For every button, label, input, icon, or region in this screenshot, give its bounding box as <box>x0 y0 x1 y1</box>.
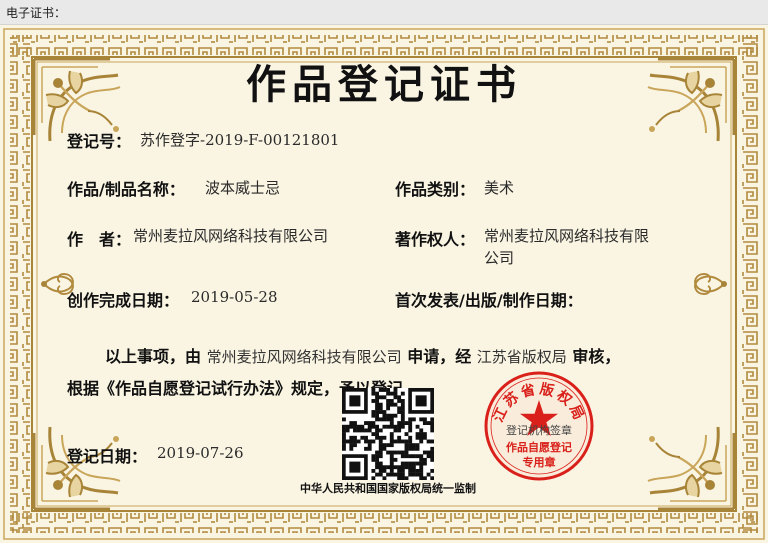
certificate-title: 作品登记证书 <box>246 61 522 108</box>
work-name-label: 作品/制品名称： <box>67 180 185 199</box>
top-bar: 电子证书： <box>0 0 768 25</box>
copyright-owner-label: 著作权人： <box>395 230 476 249</box>
category-value: 美术 <box>484 179 515 197</box>
seal-bottom-line-1: 作品自愿登记 <box>506 440 572 454</box>
qr-code <box>342 388 434 480</box>
registration-date-label: 登记日期： <box>67 447 148 466</box>
statement-part-1: 以上事项，由 <box>105 347 202 366</box>
statement-line-1: 以上事项，由 常州麦拉风网络科技有限公司 申请，经 江苏省版权局 审核， <box>105 343 620 367</box>
work-name-value: 波本威士忌 <box>205 179 281 197</box>
category-label: 作品类别： <box>395 180 476 199</box>
official-seal: 江苏省版权局 登记机构签章 作品自愿登记 专用章 <box>484 371 594 481</box>
footer-text: 中华人民共和国国家版权局统一监制 <box>300 482 476 495</box>
registration-date-value: 2019-07-26 <box>157 444 244 462</box>
seal-bottom-line-2: 专用章 <box>523 455 556 469</box>
statement-part-3: 审核， <box>572 347 621 366</box>
author-value: 常州麦拉风网络科技有限公司 <box>133 227 329 245</box>
certificate: 作品登记证书 登记号： 苏作登字-2019-F-00121801 作品/制品名称… <box>0 25 768 543</box>
first-publication-label: 首次发表/出版/制作日期： <box>395 291 583 310</box>
statement-applicant: 常州麦拉风网络科技有限公司 <box>206 348 402 366</box>
window-label: 电子证书： <box>6 6 67 20</box>
registration-no-value: 苏作登字-2019-F-00121801 <box>140 131 340 149</box>
registration-no-label: 登记号： <box>67 132 132 151</box>
author-label: 作 者： <box>67 230 132 249</box>
completion-date-value: 2019-05-28 <box>191 288 278 306</box>
statement-part-2: 申请，经 <box>407 347 472 366</box>
copyright-owner-value: 常州麦拉风网络科技有限公司 <box>484 227 650 267</box>
completion-date-label: 创作完成日期： <box>67 291 180 310</box>
seal-middle-text: 登记机构签章 <box>506 423 572 437</box>
statement-authority: 江苏省版权局 <box>476 348 567 366</box>
